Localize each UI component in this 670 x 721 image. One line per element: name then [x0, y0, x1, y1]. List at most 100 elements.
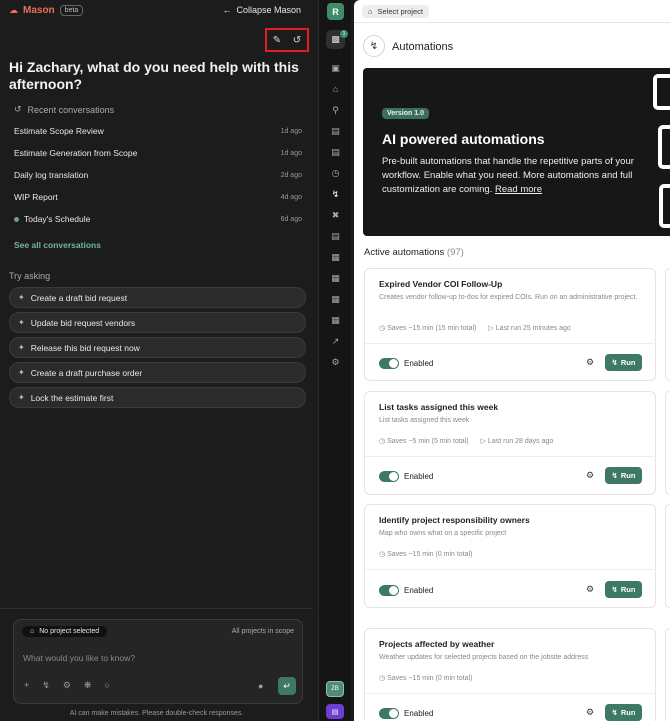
card-title: Expired Vendor COI Follow-Up: [379, 279, 503, 289]
avatar[interactable]: ZB: [326, 681, 344, 697]
chat-icon: ▩: [331, 34, 340, 44]
card-description: Weather updates for selected projects ba…: [379, 654, 589, 661]
conversation-item[interactable]: WIP Report 4d ago: [14, 192, 302, 202]
saves-text: Saves ~5 min (5 min total): [387, 438, 469, 445]
suggestion-chip[interactable]: ✦ Lock the estimate first: [9, 387, 306, 408]
chart-icon[interactable]: ↗: [319, 336, 352, 347]
circle-icon[interactable]: ○: [104, 680, 109, 691]
mason-chat-icon: ☁: [9, 5, 18, 15]
run-button[interactable]: ↯ Run: [605, 467, 642, 484]
enabled-label: Enabled: [404, 709, 434, 718]
header-action-group: ✎ ↺: [265, 28, 309, 52]
enabled-label: Enabled: [404, 359, 434, 368]
version-badge: Version 1.0: [382, 108, 429, 119]
history-icon: ↺: [14, 104, 22, 114]
chat-input[interactable]: [23, 653, 283, 663]
sparkle-icon: ✦: [18, 293, 25, 302]
card-title: List tasks assigned this week: [379, 402, 499, 412]
gear-icon[interactable]: ⚙: [586, 470, 594, 481]
conversation-item[interactable]: Estimate Generation from Scope 1d ago: [14, 148, 302, 158]
conversation-item[interactable]: Daily log translation 2d ago: [14, 170, 302, 180]
active-automations-heading: Active automations (97): [364, 247, 464, 258]
collapse-mason-button[interactable]: ← Collapse Mason: [222, 5, 301, 15]
decor-shape: [659, 184, 670, 228]
home-icon: ⌂: [368, 7, 373, 16]
active-label: Active automations: [364, 247, 445, 258]
calendar-grid-icon[interactable]: ▦: [319, 315, 352, 326]
calendar-icon[interactable]: ▦: [319, 252, 352, 263]
nav-rail: R ▩ 1 ▣ ⌂ ⚲ ▤ ▤ ◷ ↯ ✖ ▤ ▦ ▦ ▦ ▦ ↗ ⚙ ZB ▤: [318, 0, 351, 721]
scope-status: All projects in scope: [231, 628, 294, 635]
gear-icon[interactable]: ⚙: [63, 680, 71, 691]
divider: [354, 22, 670, 23]
search-icon[interactable]: ⚲: [319, 105, 352, 116]
card-meta: ◷ Saves ~15 min (0 min total): [379, 550, 472, 558]
next-card-preview: [665, 268, 670, 381]
enabled-toggle[interactable]: [379, 358, 399, 369]
project-scope-selector[interactable]: ⌂ No project selected: [22, 626, 108, 637]
run-button[interactable]: ↯ Run: [605, 354, 642, 371]
suggestion-chip[interactable]: ✦ Release this bid request now: [9, 337, 306, 358]
suggestion-chip[interactable]: ✦ Create a draft bid request: [9, 287, 306, 308]
timer-icon[interactable]: ◷: [319, 168, 352, 179]
conversation-item[interactable]: Estimate Scope Review 1d ago: [14, 126, 302, 136]
briefcase-icon[interactable]: ▣: [319, 63, 352, 74]
conversation-title: Today's Schedule: [24, 214, 91, 224]
conversation-title: Estimate Scope Review: [14, 126, 104, 136]
app-logo[interactable]: R: [327, 3, 344, 20]
conversation-title: Daily log translation: [14, 170, 89, 180]
lightning-icon[interactable]: ↯: [319, 189, 352, 200]
run-button[interactable]: ↯ Run: [605, 704, 642, 721]
calendar-icon[interactable]: ▦: [319, 294, 352, 305]
hero-banner: Version 1.0 AI powered automations Pre-b…: [363, 68, 670, 236]
plus-icon[interactable]: +: [24, 680, 29, 691]
card-meta: ◷ Saves ~15 min (0 min total): [379, 674, 472, 682]
tools-icon[interactable]: ✖: [319, 210, 352, 221]
microphone-icon[interactable]: ●: [258, 681, 263, 691]
card-meta: ◷ Saves ~15 min (15 min total) ▷ Last ru…: [379, 324, 571, 332]
divider: [0, 608, 313, 609]
suggestion-text: Create a draft bid request: [30, 292, 128, 303]
lightning-icon: ↯: [611, 471, 618, 480]
enabled-toggle[interactable]: [379, 471, 399, 482]
suggestion-text: Release this bid request now: [30, 342, 140, 353]
automation-card: Identify project responsibility owners M…: [364, 504, 657, 608]
see-all-conversations-link[interactable]: See all conversations: [14, 240, 101, 250]
lightning-icon[interactable]: ↯: [42, 680, 50, 691]
clipboard-icon[interactable]: ▤: [319, 231, 352, 242]
run-label: Run: [620, 358, 636, 367]
send-button[interactable]: ↵: [278, 677, 296, 695]
history-icon[interactable]: ↺: [293, 35, 301, 46]
calendar-clock-icon[interactable]: ▦: [319, 273, 352, 284]
sparkle-icon: ✦: [18, 368, 25, 377]
home-icon[interactable]: ⌂: [319, 84, 352, 94]
active-count: (97): [446, 247, 464, 258]
hero-description: Pre-built automations that handle the re…: [382, 155, 657, 197]
decor-shape: [653, 74, 670, 110]
library-icon[interactable]: ▤: [326, 704, 344, 719]
gear-icon[interactable]: ⚙: [586, 707, 594, 718]
gear-icon[interactable]: ⚙: [586, 584, 594, 595]
gear-icon[interactable]: ⚙: [319, 357, 352, 368]
recent-conversations-header: ↺ Recent conversations: [14, 104, 114, 115]
conversation-item[interactable]: Today's Schedule 6d ago: [14, 214, 302, 224]
enabled-toggle[interactable]: [379, 585, 399, 596]
new-chat-icon[interactable]: ✎: [273, 35, 281, 46]
suggestion-chip[interactable]: ✦ Create a draft purchase order: [9, 362, 306, 383]
gear-icon[interactable]: ⚙: [586, 357, 594, 368]
mason-panel: ☁ Mason beta ← Collapse Mason ✎ ↺ Hi Zac…: [0, 0, 313, 721]
clock-icon: ◷: [379, 438, 386, 445]
select-project-button[interactable]: ⌂ Select project: [362, 5, 429, 18]
notification-badge: 1: [340, 30, 348, 38]
collapse-label: Collapse Mason: [236, 5, 301, 15]
enabled-toggle[interactable]: [379, 708, 399, 719]
document-icon[interactable]: ▤: [319, 126, 352, 137]
file-icon[interactable]: ▤: [319, 147, 352, 158]
read-more-link[interactable]: Read more: [495, 184, 542, 195]
select-project-label: Select project: [377, 7, 423, 16]
bug-icon[interactable]: ❋: [84, 680, 92, 691]
try-asking-label: Try asking: [9, 271, 51, 281]
suggestion-chip[interactable]: ✦ Update bid request vendors: [9, 312, 306, 333]
composer-tools: + ↯ ⚙ ❋ ○: [24, 680, 110, 691]
run-button[interactable]: ↯ Run: [605, 581, 642, 598]
